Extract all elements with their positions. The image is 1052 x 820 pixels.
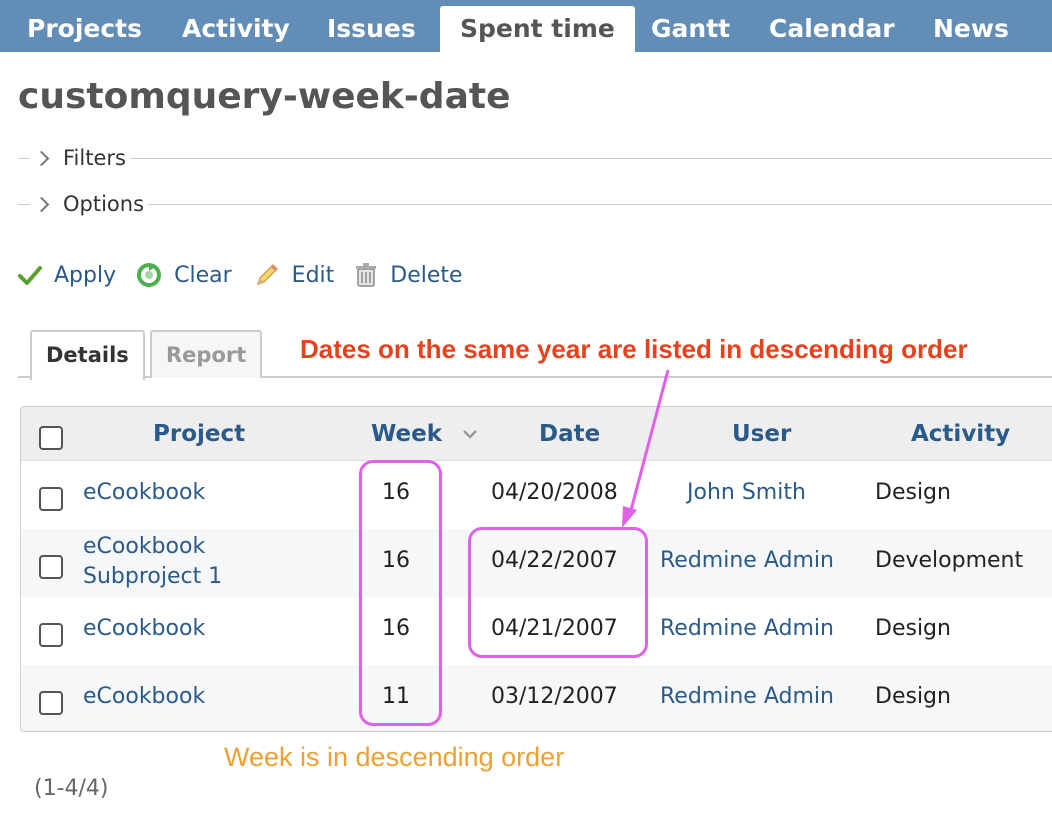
dates-annotation: Dates on the same year are listed in des… [300, 334, 968, 364]
date-value: 04/22/2007 [491, 548, 618, 573]
week-value: 16 [382, 480, 410, 505]
time-entries-table: Project Week Date User Activity eCookboo… [20, 406, 1052, 732]
reload-icon [137, 263, 162, 287]
tab-report[interactable]: Report [150, 330, 263, 378]
user-link[interactable]: Redmine Admin [660, 616, 834, 641]
tab-calendar[interactable]: Calendar [749, 6, 915, 52]
column-date[interactable]: Date [539, 421, 600, 447]
edit-label: Edit [291, 262, 335, 288]
apply-button[interactable]: Apply [18, 263, 116, 288]
main-menu: Projects Activity Issues Spent time Gant… [0, 0, 1052, 52]
delete-label: Delete [390, 262, 463, 288]
page-title: customquery-week-date [18, 76, 511, 117]
pencil-icon [256, 263, 278, 286]
tab-activity[interactable]: Activity [162, 6, 310, 52]
filters-divider [18, 158, 1052, 159]
chevron-right-icon [33, 196, 50, 212]
project-link-line2[interactable]: Subproject 1 [83, 564, 222, 589]
date-value: 03/12/2007 [491, 684, 618, 709]
options-fieldset: Options [18, 189, 1052, 219]
date-value: 04/21/2007 [491, 616, 618, 641]
week-value: 16 [382, 548, 410, 573]
filters-label: Filters [63, 146, 126, 170]
options-label: Options [63, 192, 145, 216]
week-value: 11 [382, 684, 410, 709]
row-checkbox[interactable] [39, 555, 63, 579]
apply-label: Apply [54, 262, 117, 288]
filters-fieldset: Filters [18, 143, 1052, 173]
table-row: eCookbook Subproject 1 16 04/22/2007 Red… [21, 529, 1052, 597]
activity-value: Design [875, 684, 951, 709]
table-header: Project Week Date User Activity [21, 407, 1052, 461]
activity-value: Development [875, 548, 1024, 573]
week-value: 16 [382, 616, 410, 641]
date-value: 04/20/2008 [491, 480, 618, 505]
checkmark-icon [18, 266, 42, 285]
tab-news[interactable]: News [913, 6, 1029, 52]
clear-button[interactable]: Clear [136, 262, 232, 288]
filters-toggle[interactable]: Filters [30, 143, 130, 173]
row-checkbox[interactable] [39, 623, 63, 647]
tab-gantt[interactable]: Gantt [631, 6, 750, 52]
pagination-count: (1-4/4) [34, 776, 109, 801]
clear-label: Clear [174, 262, 232, 288]
user-link[interactable]: John Smith [687, 480, 806, 505]
column-week[interactable]: Week [371, 421, 442, 447]
project-link[interactable]: eCookbook [83, 616, 205, 641]
tab-projects[interactable]: Projects [7, 6, 162, 52]
tab-issues[interactable]: Issues [307, 6, 436, 52]
user-link[interactable]: Redmine Admin [660, 548, 834, 573]
chevron-right-icon [33, 150, 50, 166]
column-activity[interactable]: Activity [911, 421, 1010, 447]
select-all-checkbox[interactable] [39, 426, 63, 450]
project-link[interactable]: eCookbook [83, 534, 205, 559]
project-link[interactable]: eCookbook [83, 684, 205, 709]
table-row: eCookbook 11 03/12/2007 Redmine Admin De… [21, 665, 1052, 731]
column-user[interactable]: User [732, 421, 791, 447]
table-row: eCookbook 16 04/20/2008 John Smith Desig… [21, 461, 1052, 529]
tab-details[interactable]: Details [30, 330, 145, 380]
query-actions: Apply Clear Edit Delete [18, 258, 463, 292]
options-divider [18, 204, 1052, 205]
week-annotation: Week is in descending order [224, 742, 565, 772]
project-link[interactable]: eCookbook [83, 480, 205, 505]
delete-button[interactable]: Delete [354, 262, 463, 288]
activity-value: Design [875, 480, 951, 505]
row-checkbox[interactable] [39, 691, 63, 715]
table-row: eCookbook 16 04/21/2007 Redmine Admin De… [21, 597, 1052, 665]
edit-button[interactable]: Edit [254, 262, 335, 288]
activity-value: Design [875, 616, 951, 641]
options-toggle[interactable]: Options [30, 189, 149, 219]
tab-spent-time[interactable]: Spent time [440, 6, 635, 52]
user-link[interactable]: Redmine Admin [660, 684, 834, 709]
column-project[interactable]: Project [153, 421, 245, 447]
sort-desc-icon [463, 430, 477, 439]
trash-icon [356, 263, 377, 287]
row-checkbox[interactable] [39, 487, 63, 511]
